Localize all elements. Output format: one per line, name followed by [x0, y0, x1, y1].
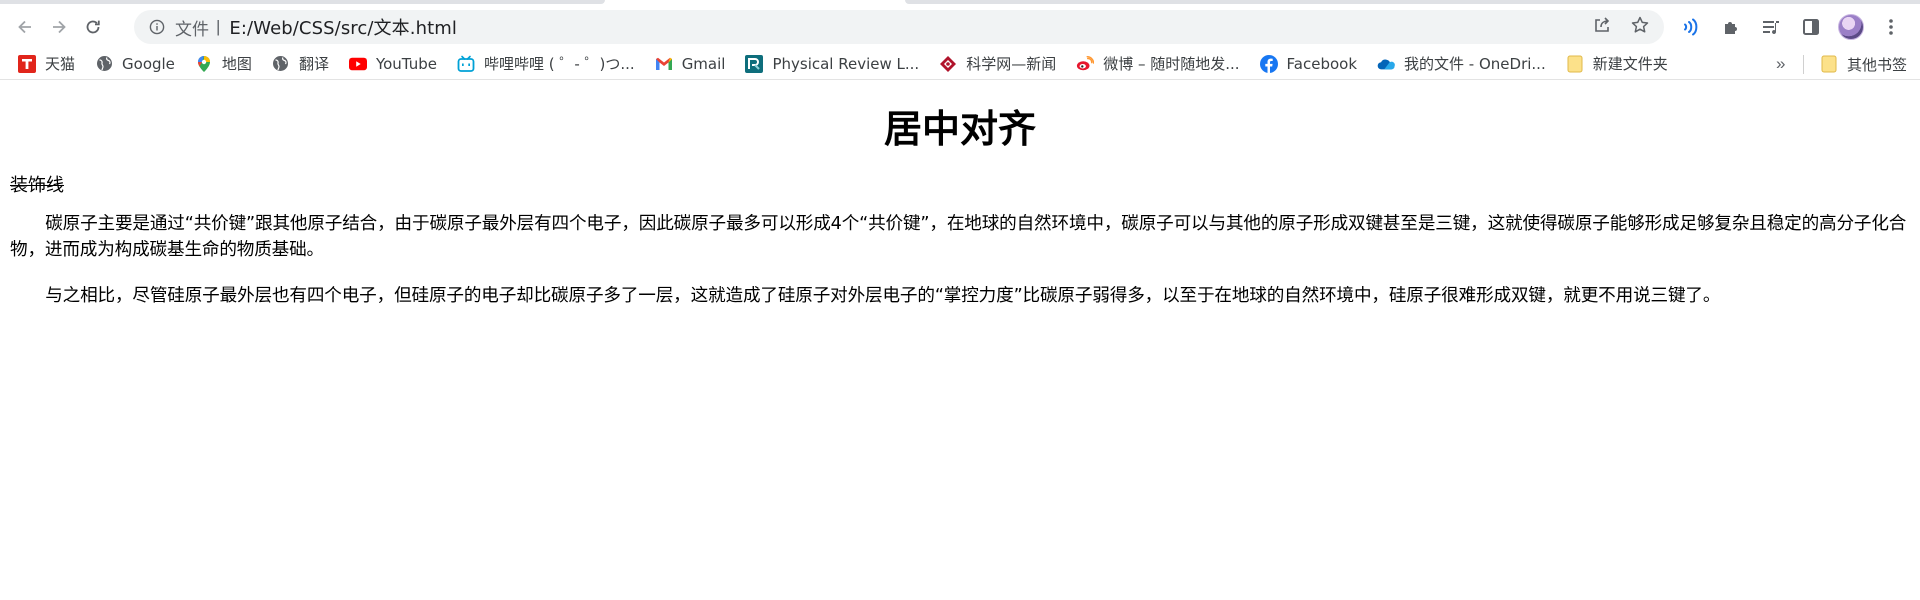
globe-icon [95, 55, 113, 73]
avatar [1838, 14, 1864, 40]
sciencenet-icon [939, 55, 957, 73]
url-text[interactable]: E:/Web/CSS/src/文本.html [229, 14, 457, 40]
bookmark-translate[interactable]: 翻译 [270, 50, 339, 78]
reload-icon [86, 20, 100, 34]
bookmark-label: 我的文件 - OneDri... [1404, 55, 1546, 73]
tmall-icon [18, 54, 36, 73]
bookmark-google[interactable]: Google [93, 50, 185, 78]
folder-icon [1820, 55, 1838, 73]
prl-icon [745, 54, 764, 73]
bookmark-maps[interactable]: 地图 [193, 50, 262, 78]
profile-avatar[interactable] [1836, 12, 1866, 42]
bookmark-label: Google [122, 54, 175, 73]
bookmark-label: 翻译 [298, 55, 329, 73]
bookmark-facebook[interactable]: Facebook [1258, 50, 1367, 78]
scheme-label: 文件 [175, 19, 209, 40]
address-bar[interactable]: 文件 | E:/Web/CSS/src/文本.html [134, 10, 1664, 44]
page-content: 居中对齐 装饰线 碳原子主要是通过“共价键”跟其他原子结合，由于碳原子最外层有四… [0, 106, 1920, 309]
bookmark-label: YouTube [375, 54, 437, 73]
read-aloud-icon[interactable] [1676, 12, 1706, 42]
gmail-icon [655, 55, 673, 73]
bookmark-label: Physical Review L... [772, 54, 920, 73]
bookmark-label: 哔哩哔哩 ( ゜- ゜)つ... [483, 55, 635, 73]
kebab-menu-icon[interactable] [1876, 12, 1906, 42]
onedrive-icon [1377, 55, 1395, 73]
inactive-tab-left[interactable] [0, 0, 605, 4]
side-panel-icon[interactable] [1796, 12, 1826, 42]
bookmarks-overflow-button[interactable]: » [1776, 48, 1785, 80]
forward-arrow-icon [53, 20, 66, 34]
bookmark-label: Facebook [1286, 54, 1358, 73]
facebook-icon [1259, 54, 1278, 73]
browser-chrome: 文件 | E:/Web/CSS/src/文本.html 天猫 Google 地图… [0, 0, 1920, 80]
bookmark-onedrive[interactable]: 我的文件 - OneDri... [1375, 50, 1556, 78]
bookmarks-divider [1803, 55, 1804, 74]
forward-button[interactable] [44, 12, 74, 42]
bookmarks-bar: 天猫 Google 地图 翻译 YouTube 哔哩哔哩 ( ゜- ゜)つ...… [0, 48, 1920, 80]
bookmark-gmail[interactable]: Gmail [653, 50, 736, 78]
star-icon[interactable] [1630, 15, 1650, 40]
bookmark-tmall[interactable]: 天猫 [16, 50, 85, 78]
bookmark-bilibili[interactable]: 哔哩哔哩 ( ゜- ゜)つ... [455, 50, 645, 78]
share-icon[interactable] [1592, 15, 1612, 40]
puzzle-icon[interactable] [1716, 12, 1746, 42]
bookmark-physical-review[interactable]: Physical Review L... [743, 50, 929, 78]
bookmark-label: 其他书签 [1847, 55, 1908, 74]
weibo-icon [1076, 55, 1095, 73]
info-icon[interactable] [148, 18, 166, 36]
bookmark-label: 科学网—新闻 [966, 55, 1057, 73]
bookmark-sciencenet[interactable]: 科学网—新闻 [937, 50, 1066, 78]
bookmark-label: 天猫 [45, 55, 76, 73]
reading-list-icon[interactable] [1756, 12, 1786, 42]
paragraph-carbon: 碳原子主要是通过“共价键”跟其他原子结合，由于碳原子最外层有四个电子，因此碳原子… [10, 214, 1907, 260]
bookmark-weibo[interactable]: 微博 – 随时随地发... [1074, 50, 1249, 78]
folder-icon [1566, 55, 1584, 73]
bookmark-other-bookmarks[interactable]: 其他书签 [1818, 50, 1917, 78]
bilibili-icon [457, 55, 475, 73]
inactive-tab-right[interactable] [905, 0, 1920, 4]
bookmark-label: 微博 – 随时随地发... [1103, 55, 1240, 73]
bookmark-label: 地图 [221, 55, 252, 73]
browser-toolbar: 文件 | E:/Web/CSS/src/文本.html [0, 6, 1920, 48]
bookmark-label: 新建文件夹 [1592, 55, 1668, 73]
page-heading: 居中对齐 [883, 107, 1036, 151]
globe-icon [272, 55, 290, 73]
reload-button[interactable] [78, 12, 108, 42]
decoration-line-text: 装饰线 [10, 175, 64, 196]
toolbar-actions [1676, 12, 1906, 42]
maps-pin-icon [195, 55, 213, 73]
back-button[interactable] [10, 12, 40, 42]
back-arrow-icon [18, 20, 31, 34]
bookmark-label: Gmail [681, 54, 726, 73]
omnibox-actions [1592, 10, 1650, 44]
youtube-icon [348, 55, 367, 73]
scheme-separator: | [216, 17, 221, 36]
paragraph-silicon: 与之相比，尽管硅原子最外层也有四个电子，但硅原子的电子却比碳原子多了一层，这就造… [45, 286, 1721, 306]
bookmark-new-folder[interactable]: 新建文件夹 [1564, 50, 1678, 78]
bookmark-youtube[interactable]: YouTube [347, 50, 447, 78]
